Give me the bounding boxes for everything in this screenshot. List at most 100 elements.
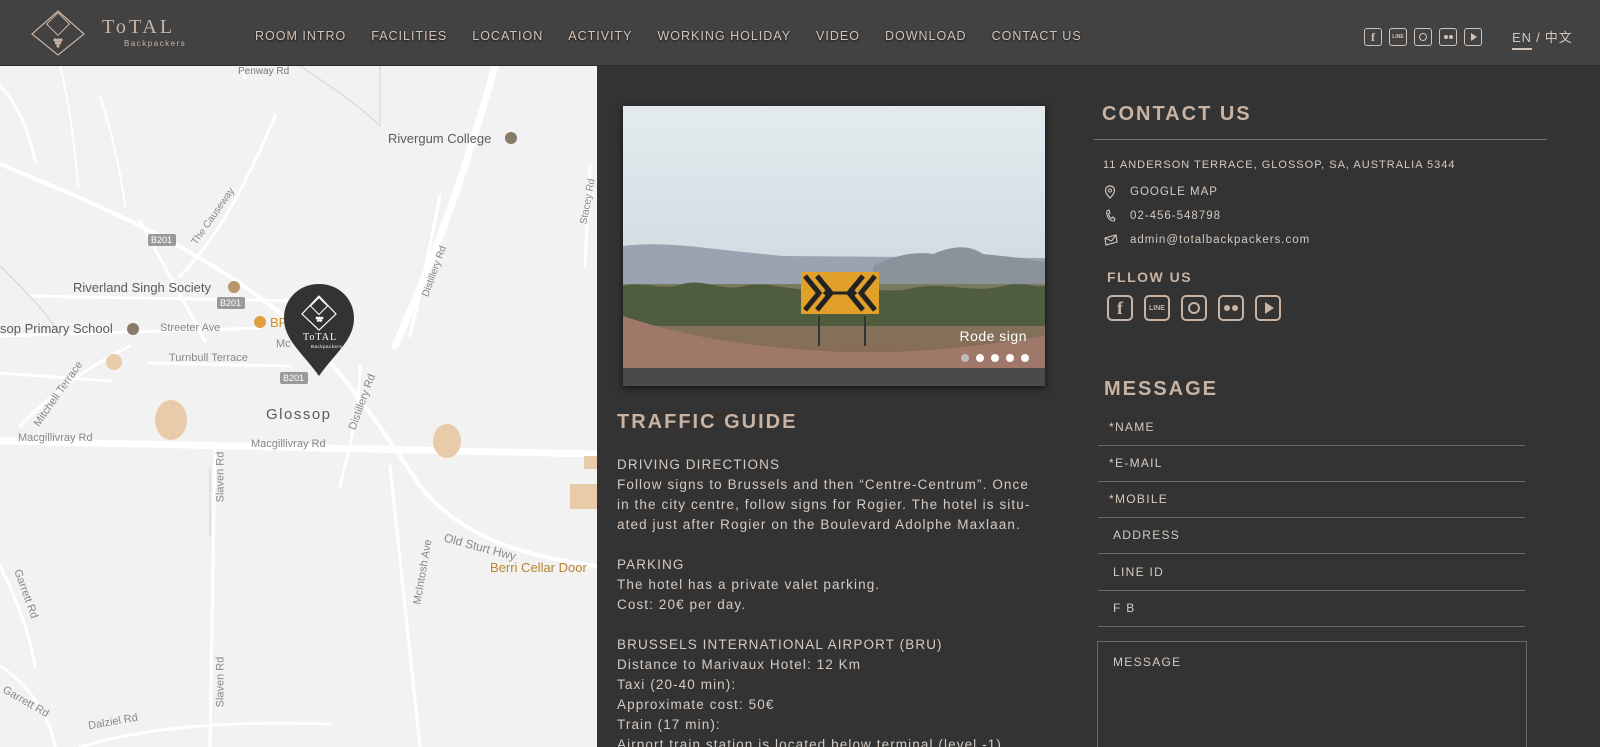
map-label-primary-school: sop Primary School: [0, 321, 113, 336]
traffic-guide-title: TRAFFIC GUIDE: [617, 411, 798, 433]
slide-caption: Rode sign: [959, 328, 1027, 344]
location-pin[interactable]: ToTAL Backpackers: [282, 282, 356, 378]
map-label-penway: Penway Rd: [238, 66, 290, 77]
airport-line-3: Approximate cost: 50€: [617, 697, 775, 712]
airport-heading: BRUSSELS INTERNATIONAL AIRPORT (BRU): [617, 637, 943, 652]
slider-dot-4[interactable]: [1006, 354, 1014, 362]
slider-dot-5[interactable]: [1021, 354, 1029, 362]
facebook-icon[interactable]: f: [1107, 295, 1133, 321]
map-marker-icon: [1104, 185, 1120, 199]
driving-heading: DRIVING DIRECTIONS: [617, 457, 781, 472]
pin-subtitle: Backpackers: [311, 344, 343, 349]
address-field[interactable]: ADDRESS: [1098, 518, 1525, 554]
map-label-slaven-2: Slaven Rd: [214, 656, 227, 708]
google-map-link[interactable]: GOOGLE MAP: [1104, 185, 1218, 199]
map-label-macgillivray-1: Macgillivray Rd: [18, 432, 93, 444]
slider-pagination: [954, 354, 1029, 362]
flickr-icon[interactable]: [1439, 28, 1457, 46]
location-map[interactable]: Penway Rd Rivergum College The Causeway …: [0, 66, 597, 747]
line-id-input[interactable]: [1098, 555, 1525, 590]
photo-slider[interactable]: Rode sign: [623, 106, 1045, 386]
contact-us-title: CONTACT US: [1102, 103, 1252, 125]
map-label-b201-a: B201: [151, 235, 173, 245]
logo-subtitle: Backpackers: [124, 39, 187, 48]
mobile-field[interactable]: *MOBILE: [1098, 482, 1525, 518]
instagram-icon[interactable]: [1414, 28, 1432, 46]
logo-diamond-icon: [31, 10, 85, 56]
page-root: ToTAL Backpackers ROOM INTRO FACILITIES …: [0, 0, 1600, 747]
slider-dot-1[interactable]: [961, 354, 969, 362]
nav-video[interactable]: VIDEO: [816, 29, 860, 43]
youtube-icon[interactable]: [1255, 295, 1281, 321]
map-pin-icon: [284, 284, 354, 376]
follow-social-links: f LINE: [1107, 295, 1292, 321]
flickr-icon[interactable]: [1218, 295, 1244, 321]
slider-dot-3[interactable]: [991, 354, 999, 362]
site-logo[interactable]: ToTAL Backpackers: [28, 8, 198, 56]
follow-us-title: FLLOW US: [1107, 269, 1193, 285]
contact-address: 11 ANDERSON TERRACE, GLOSSOP, SA, AUSTRA…: [1103, 159, 1456, 171]
logo-title: ToTAL: [102, 16, 176, 38]
lang-en-link[interactable]: EN: [1512, 30, 1533, 50]
line-id-field[interactable]: LINE ID: [1098, 555, 1525, 591]
nav-location[interactable]: LOCATION: [472, 29, 543, 43]
map-label-b201-b: B201: [220, 298, 242, 308]
language-switcher: EN / 中文: [1512, 27, 1573, 50]
facebook-icon[interactable]: f: [1364, 28, 1382, 46]
nav-facilities[interactable]: FACILITIES: [371, 29, 447, 43]
parking-line-1: The hotel has a private valet parking.: [617, 577, 881, 592]
message-label: MESSAGE: [1113, 655, 1182, 669]
nav-activity[interactable]: ACTIVITY: [568, 29, 632, 43]
email-address: admin@totalbackpackers.com: [1130, 234, 1311, 246]
email-link[interactable]: admin@totalbackpackers.com: [1104, 233, 1310, 247]
map-label-berri-cellar: Berri Cellar Door: [490, 560, 587, 575]
map-label-streeter: Streeter Ave: [160, 322, 221, 334]
name-input[interactable]: [1098, 410, 1525, 445]
youtube-icon[interactable]: [1464, 28, 1482, 46]
map-label-turnbull: Turnbull Terrace: [169, 352, 248, 364]
nav-working-holiday[interactable]: WORKING HOLIDAY: [658, 29, 792, 43]
traffic-guide-body: DRIVING DIRECTIONS Follow signs to Bruss…: [617, 455, 1047, 747]
main-nav: ROOM INTRO FACILITIES LOCATION ACTIVITY …: [255, 29, 1107, 43]
contact-divider: [1094, 139, 1547, 140]
airport-line-5: Airport train station is located below t…: [617, 737, 1007, 747]
driving-line-2: in the city centre, follow signs for Rog…: [617, 497, 1031, 512]
instagram-icon[interactable]: [1181, 295, 1207, 321]
line-icon[interactable]: LINE: [1389, 28, 1407, 46]
address-input[interactable]: [1098, 518, 1525, 553]
map-label-slaven-1: Slaven Rd: [214, 451, 227, 503]
map-label-glossop: Glossop: [266, 406, 332, 423]
pin-title: ToTAL: [303, 332, 338, 343]
lang-separator: /: [1536, 30, 1541, 45]
phone-number: 02-456-548798: [1130, 210, 1222, 222]
email-field[interactable]: *E-MAIL: [1098, 446, 1525, 482]
lang-zh-link[interactable]: 中文: [1545, 30, 1573, 45]
fb-input[interactable]: [1098, 591, 1525, 626]
map-label-riverland: Riverland Singh Society: [73, 280, 212, 295]
nav-download[interactable]: DOWNLOAD: [885, 29, 967, 43]
name-field[interactable]: *NAME: [1098, 410, 1525, 446]
fb-field[interactable]: F B: [1098, 591, 1525, 627]
phone-icon: [1104, 209, 1120, 223]
parking-heading: PARKING: [617, 557, 685, 572]
airport-line-4: Train (17 min):: [617, 717, 721, 732]
nav-room-intro[interactable]: ROOM INTRO: [255, 29, 346, 43]
map-label-rivergum: Rivergum College: [388, 131, 492, 146]
message-title: MESSAGE: [1104, 378, 1219, 400]
envelope-icon: [1104, 233, 1120, 247]
slider-dot-2[interactable]: [976, 354, 984, 362]
airport-line-1: Distance to Marivaux Hotel: 12 Km: [617, 657, 862, 672]
email-input[interactable]: [1098, 446, 1525, 481]
driving-line-1: Follow signs to Brussels and then “Centr…: [617, 477, 1029, 492]
nav-contact-us[interactable]: CONTACT US: [992, 29, 1082, 43]
line-icon[interactable]: LINE: [1144, 295, 1170, 321]
parking-line-2: Cost: 20€ per day.: [617, 597, 747, 612]
top-navbar: ToTAL Backpackers ROOM INTRO FACILITIES …: [0, 0, 1600, 66]
mobile-input[interactable]: [1098, 482, 1525, 517]
header-social-links: f LINE: [1364, 28, 1489, 46]
driving-line-3: ated just after Rogier on the Boulevard …: [617, 517, 1021, 532]
phone-link[interactable]: 02-456-548798: [1104, 209, 1221, 223]
message-textarea[interactable]: MESSAGE: [1097, 641, 1527, 747]
map-label-macgillivray-2: Macgillivray Rd: [251, 438, 326, 450]
